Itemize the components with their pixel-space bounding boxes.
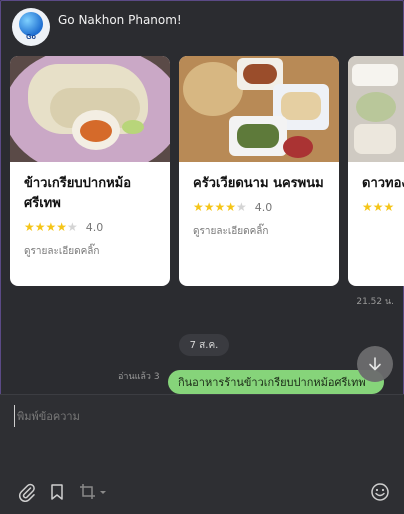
star-rating-icon: ★★★★★ [193, 200, 247, 214]
detail-link[interactable]: ดูรายละเอียดคลิ๊ก [24, 244, 156, 259]
message-timestamp: 21.52 น. [356, 297, 394, 307]
scroll-to-bottom-button[interactable] [357, 346, 393, 382]
restaurant-title: ครัวเวียดนาม นครพนม [193, 176, 324, 191]
outgoing-message-bubble[interactable]: กินอาหารร้านข้าวเกรียบปากหม้อศรีเทพ [168, 370, 384, 394]
star-rating-icon: ★★★ [362, 200, 395, 214]
bookmark-icon [51, 484, 63, 500]
restaurant-carousel[interactable]: ข้าวเกรียบปากหม้อศรีเทพ ★★★★★ 4.0 ดูรายล… [10, 56, 404, 286]
food-image [348, 56, 404, 162]
read-receipt: อ่านแล้ว 3 [118, 372, 160, 382]
arrow-down-icon [369, 357, 381, 371]
sender-name: Go Nakhon Phanom! [58, 13, 182, 27]
paperclip-icon [18, 483, 35, 502]
globe-icon [19, 12, 43, 36]
avatar[interactable]: Go [12, 8, 50, 46]
star-rating-icon: ★★★★★ [24, 220, 78, 234]
rating: ★★★★★ 4.0 [24, 220, 156, 234]
avatar-text: Go [26, 34, 36, 41]
rating-value: 4.0 [85, 220, 104, 234]
restaurant-card[interactable]: ครัวเวียดนาม นครพนม ★★★★★ 4.0 ดูรายละเอี… [179, 56, 339, 286]
message-composer [0, 395, 404, 514]
restaurant-title: ดาวทอง อาหาร [362, 176, 404, 191]
rating-value: 4.0 [254, 200, 273, 214]
food-image [10, 56, 170, 162]
detail-link[interactable]: ดูรายละเอียดคลิ๊ก [193, 224, 325, 239]
chat-header: Go Go Nakhon Phanom! [12, 8, 182, 46]
emoji-button[interactable] [369, 481, 391, 503]
restaurant-card[interactable]: ดาวทอง อาหาร ★★★ [348, 56, 404, 286]
message-input[interactable] [14, 405, 384, 427]
message-text: กินอาหารร้านข้าวเกรียบปากหม้อศรีเทพ [178, 376, 366, 389]
date-separator: 7 ส.ค. [179, 334, 229, 356]
screenshot-button[interactable] [78, 481, 108, 503]
rating: ★★★ [362, 200, 404, 214]
restaurant-card[interactable]: ข้าวเกรียบปากหม้อศรีเทพ ★★★★★ 4.0 ดูรายล… [10, 56, 170, 286]
emoji-icon [371, 483, 389, 501]
attach-button[interactable] [16, 481, 38, 503]
rating: ★★★★★ 4.0 [193, 200, 325, 214]
keep-button[interactable] [46, 481, 68, 503]
crop-icon [80, 484, 106, 499]
food-image [179, 56, 339, 162]
restaurant-title: ข้าวเกรียบปากหม้อศรีเทพ [24, 176, 132, 211]
